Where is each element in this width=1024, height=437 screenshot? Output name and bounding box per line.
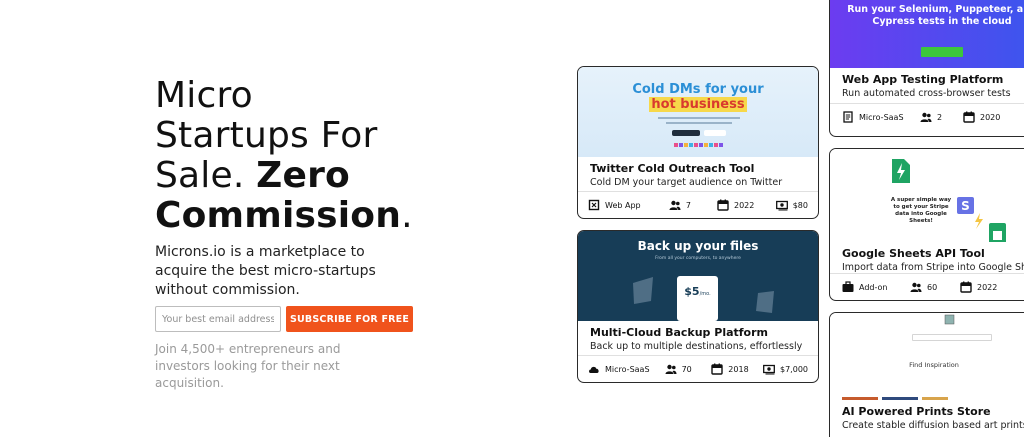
listing-image-subheading: From all your computers, to anywhere bbox=[655, 256, 741, 261]
listing-type-label: Web App bbox=[605, 200, 641, 210]
listing-image: Back up your files From all your compute… bbox=[578, 231, 818, 321]
calendar-icon bbox=[717, 199, 729, 211]
listing-card-sheets[interactable]: S A super simple way to get your Stripe … bbox=[829, 148, 1024, 301]
listing-team: 2 bbox=[920, 111, 963, 123]
calendar-icon bbox=[960, 281, 972, 293]
listing-year: 2018 bbox=[711, 363, 763, 375]
listing-image-price-card: $5/mo. bbox=[677, 276, 718, 321]
listing-image-price: $5 bbox=[684, 285, 700, 298]
calendar-icon bbox=[711, 363, 723, 375]
listing-description: Import data from Stripe into Google Shee… bbox=[842, 262, 1024, 273]
listing-description: Cold DM your target audience on Twitter bbox=[590, 177, 783, 188]
listing-year-label: 2022 bbox=[977, 282, 998, 292]
money-icon bbox=[763, 364, 775, 375]
listing-title: AI Powered Prints Store bbox=[842, 405, 991, 418]
listing-team: 60 bbox=[910, 281, 960, 293]
listing-card-backup[interactable]: Back up your files From all your compute… bbox=[577, 230, 819, 383]
team-icon bbox=[910, 282, 922, 292]
listing-type: Micro-SaaS bbox=[588, 363, 665, 375]
hero-description: Microns.io is a marketplace to acquire t… bbox=[155, 244, 376, 298]
listing-year-label: 2020 bbox=[980, 112, 1001, 122]
listing-type: Web App bbox=[588, 199, 669, 211]
listing-card-twitter[interactable]: Cold DMs for your hot business Twitter C… bbox=[577, 66, 819, 219]
hero-title-period: . bbox=[401, 195, 413, 236]
listing-title: Twitter Cold Outreach Tool bbox=[590, 162, 755, 175]
listing-description: Run automated cross-browser tests bbox=[842, 88, 1011, 99]
listing-type-label: Micro-SaaS bbox=[859, 112, 904, 122]
hero-title: Micro Startups For Sale. Zero Commission… bbox=[155, 76, 475, 236]
listing-price-label: $7,000 bbox=[780, 364, 808, 374]
listing-price-label: $80 bbox=[792, 200, 808, 210]
hero-title-line2: Startups For bbox=[155, 115, 378, 156]
listing-image-heading: Find Inspiration bbox=[909, 361, 959, 369]
search-input[interactable] bbox=[912, 334, 992, 341]
hero-title-line3: Sale. bbox=[155, 155, 257, 196]
listing-title: Multi-Cloud Backup Platform bbox=[590, 326, 768, 339]
listing-image-heading: Run your Selenium, Puppeteer, and Cypres… bbox=[847, 4, 1024, 27]
svg-text:S: S bbox=[961, 199, 970, 213]
sheets-logo-icon: S bbox=[892, 159, 1006, 242]
team-icon bbox=[665, 364, 677, 374]
web-app-icon bbox=[588, 199, 600, 211]
listing-meta: Add-on 60 2022 bbox=[830, 274, 1024, 300]
listing-image: Run your Selenium, Puppeteer, and Cypres… bbox=[830, 0, 1024, 68]
listing-year-label: 2022 bbox=[734, 200, 755, 210]
listing-price: $7,000 bbox=[763, 363, 808, 375]
cloud-icon bbox=[589, 366, 599, 373]
listing-type: Micro-SaaS bbox=[842, 111, 920, 123]
document-icon bbox=[843, 111, 853, 123]
subscribe-button[interactable]: SUBSCRIBE FOR FREE bbox=[286, 306, 413, 332]
listing-meta: Web App 7 2022 $80 bbox=[578, 192, 818, 218]
listing-card-webapp-testing[interactable]: Run your Selenium, Puppeteer, and Cypres… bbox=[829, 0, 1024, 137]
listing-team: 70 bbox=[665, 363, 712, 375]
listing-type-label: Micro-SaaS bbox=[605, 364, 650, 374]
listing-year: 2020 bbox=[963, 111, 1018, 123]
listing-image: Find Inspiration bbox=[830, 313, 1024, 400]
hero-title-line1: Micro bbox=[155, 75, 253, 116]
listing-card-ai-prints[interactable]: Find Inspiration AI Powered Prints Store… bbox=[829, 312, 1024, 437]
listing-team-size: 70 bbox=[681, 364, 692, 374]
hero-title-commission: Commission bbox=[155, 195, 402, 236]
listing-year: 2022 bbox=[960, 281, 1018, 293]
hero-note: Join 4,500+ entrepreneurs and investors … bbox=[155, 342, 341, 390]
listing-description: Create stable diffusion based art prints bbox=[842, 420, 1024, 431]
listing-meta: Micro-SaaS 2 2020 bbox=[830, 104, 1024, 130]
listing-image: Cold DMs for your hot business bbox=[578, 67, 818, 157]
listing-meta: Micro-SaaS 70 2018 $7,000 bbox=[578, 356, 818, 382]
listing-image-text: A super simple way to get your Stripe da… bbox=[890, 197, 952, 224]
listing-team-size: 2 bbox=[937, 112, 943, 122]
listing-team-size: 60 bbox=[927, 282, 938, 292]
listing-year: 2022 bbox=[717, 199, 776, 211]
listing-image: S A super simple way to get your Stripe … bbox=[830, 149, 1024, 242]
listing-image-mockup bbox=[842, 314, 955, 400]
listing-title: Web App Testing Platform bbox=[842, 73, 1004, 86]
listing-type: Add-on bbox=[842, 281, 910, 293]
calendar-icon bbox=[963, 111, 975, 123]
listing-image-heading: Back up your files bbox=[637, 239, 759, 253]
briefcase-icon bbox=[842, 281, 854, 292]
listing-image-price-unit: /mo. bbox=[699, 291, 711, 297]
listing-image-button bbox=[921, 47, 963, 57]
listing-team-size: 7 bbox=[685, 200, 691, 210]
listing-year-label: 2018 bbox=[728, 364, 749, 374]
listing-image-mockup bbox=[658, 117, 740, 147]
email-input[interactable] bbox=[155, 306, 281, 332]
listing-description: Back up to multiple destinations, effort… bbox=[590, 341, 803, 352]
team-icon bbox=[920, 112, 932, 122]
listing-title: Google Sheets API Tool bbox=[842, 247, 985, 260]
listing-type-label: Add-on bbox=[859, 282, 888, 292]
listing-price: $80 bbox=[775, 199, 808, 211]
money-icon bbox=[775, 200, 788, 211]
team-icon bbox=[669, 200, 681, 210]
hero-title-zero: Zero bbox=[256, 155, 350, 196]
listing-team: 7 bbox=[669, 199, 717, 211]
